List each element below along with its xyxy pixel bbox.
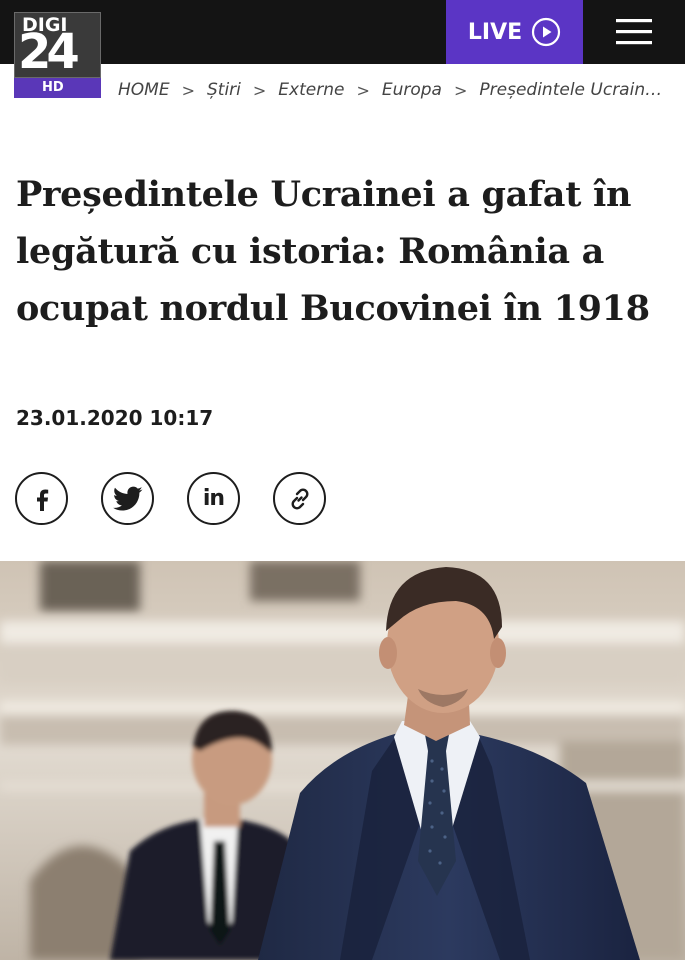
live-button[interactable]: LIVE <box>446 0 583 64</box>
article-title: Președintele Ucrainei a gafat în legătur… <box>16 174 650 329</box>
breadcrumb-item-stiri[interactable]: Știri <box>207 80 241 100</box>
article-photo-image <box>0 561 685 960</box>
breadcrumb-separator: > <box>181 80 195 100</box>
logo-mark: DIGI 24 <box>14 12 101 78</box>
site-logo[interactable]: DIGI 24 HD <box>14 12 101 98</box>
link-icon <box>291 488 308 509</box>
breadcrumb-item-home[interactable]: HOME <box>118 80 170 100</box>
live-label: LIVE <box>467 19 523 45</box>
linkedin-icon: in <box>202 486 225 511</box>
breadcrumb-separator: > <box>356 80 370 100</box>
play-circle-icon <box>532 17 561 47</box>
share-twitter-button[interactable] <box>101 472 154 525</box>
breadcrumb-separator: > <box>252 80 267 100</box>
article-photo <box>0 561 685 960</box>
breadcrumb-item-current[interactable]: Președintele Ucrain… <box>479 80 662 100</box>
breadcrumb-separator: > <box>453 80 468 100</box>
hamburger-menu-button[interactable] <box>604 14 664 50</box>
article-date: 23.01.2020 10:17 <box>16 406 214 430</box>
hamburger-menu-icon <box>616 19 652 45</box>
breadcrumb-item-externe[interactable]: Externe <box>278 80 344 100</box>
share-buttons: in <box>15 472 326 525</box>
twitter-icon <box>112 486 142 510</box>
share-facebook-button[interactable] <box>15 472 68 525</box>
logo-hd-badge: HD <box>14 78 101 98</box>
breadcrumb-item-europa[interactable]: Europa <box>382 80 442 100</box>
breadcrumb: HOME > Știri > Externe > Europa > Președ… <box>118 78 662 102</box>
facebook-icon <box>36 489 48 511</box>
logo-number-text: 24 <box>18 24 80 80</box>
share-linkedin-button[interactable]: in <box>187 472 240 525</box>
site-header: LIVE <box>0 0 685 64</box>
copy-link-button[interactable] <box>273 472 326 525</box>
